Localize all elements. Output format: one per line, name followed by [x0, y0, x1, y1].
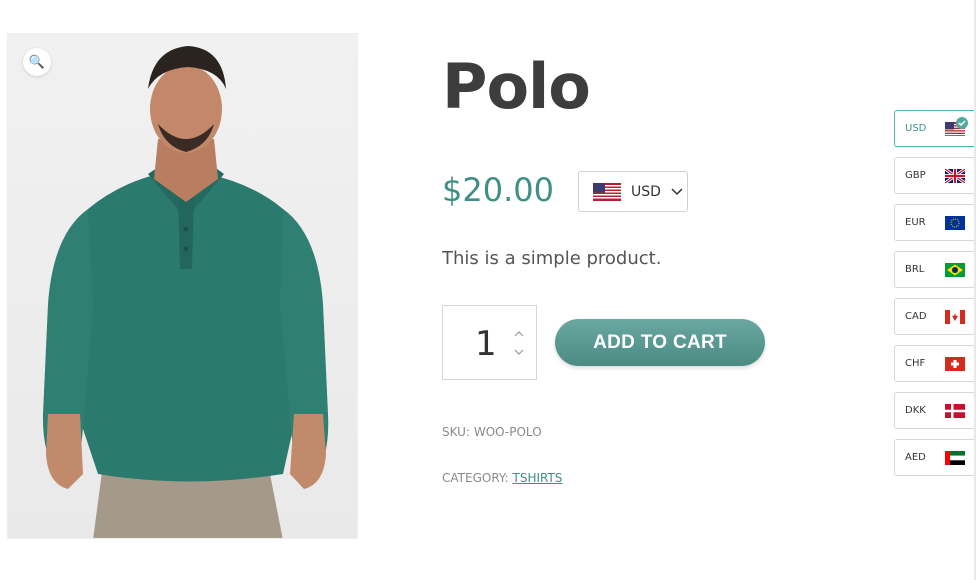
- currency-option-brl[interactable]: BRL: [894, 251, 976, 288]
- magnifier-icon[interactable]: 🔍: [23, 48, 51, 76]
- currency-option-aed[interactable]: AED: [894, 439, 976, 476]
- product-image[interactable]: 🔍: [7, 33, 358, 539]
- ch-flag-icon: [945, 357, 965, 371]
- currency-code: USD: [905, 123, 927, 134]
- product-photo: [42, 46, 329, 538]
- currency-option-eur[interactable]: EUR: [894, 204, 976, 241]
- currency-code: EUR: [905, 217, 926, 228]
- product-category: CATEGORY: TSHIRTS: [442, 471, 562, 485]
- currency-option-dkk[interactable]: DKK: [894, 392, 976, 429]
- category-label: CATEGORY:: [442, 471, 509, 485]
- currency-code: DKK: [905, 405, 926, 416]
- sku-label: SKU:: [442, 425, 470, 439]
- us-flag-icon: [593, 182, 621, 201]
- currency-option-usd[interactable]: USD: [894, 110, 976, 147]
- currency-select-value: USD: [631, 183, 661, 200]
- eu-flag-icon: [945, 216, 965, 230]
- currency-option-cad[interactable]: CAD: [894, 298, 976, 335]
- selected-check-icon: [956, 117, 968, 129]
- ae-flag-icon: [945, 451, 965, 465]
- chevron-down-icon: [671, 187, 683, 195]
- br-flag-icon: [945, 263, 965, 277]
- sku-value: WOO-POLO: [473, 425, 542, 439]
- chevron-down-icon[interactable]: [513, 346, 525, 358]
- product-price: $20.00: [442, 171, 554, 209]
- currency-option-chf[interactable]: CHF: [894, 345, 976, 382]
- currency-code: BRL: [905, 264, 925, 275]
- currency-code: CAD: [905, 311, 927, 322]
- currency-code: CHF: [905, 358, 926, 369]
- product-sku: SKU: WOO-POLO: [442, 425, 542, 439]
- product-short-description: This is a simple product.: [442, 248, 662, 269]
- ca-flag-icon: [945, 310, 965, 324]
- quantity-stepper[interactable]: 1: [442, 305, 537, 380]
- chevron-up-icon[interactable]: [513, 328, 525, 340]
- currency-code: AED: [905, 452, 926, 463]
- uk-flag-icon: [945, 169, 965, 183]
- category-link[interactable]: TSHIRTS: [513, 471, 563, 485]
- quantity-input[interactable]: 1: [475, 326, 497, 362]
- currency-select[interactable]: USD: [578, 171, 688, 212]
- dk-flag-icon: [945, 404, 965, 418]
- currency-option-gbp[interactable]: GBP: [894, 157, 976, 194]
- product-title: Polo: [442, 50, 591, 123]
- currency-switcher: USD GBP EUR BRL CAD CHF DKK AED: [894, 110, 976, 486]
- add-to-cart-button[interactable]: ADD TO CART: [555, 319, 765, 366]
- currency-code: GBP: [905, 170, 926, 181]
